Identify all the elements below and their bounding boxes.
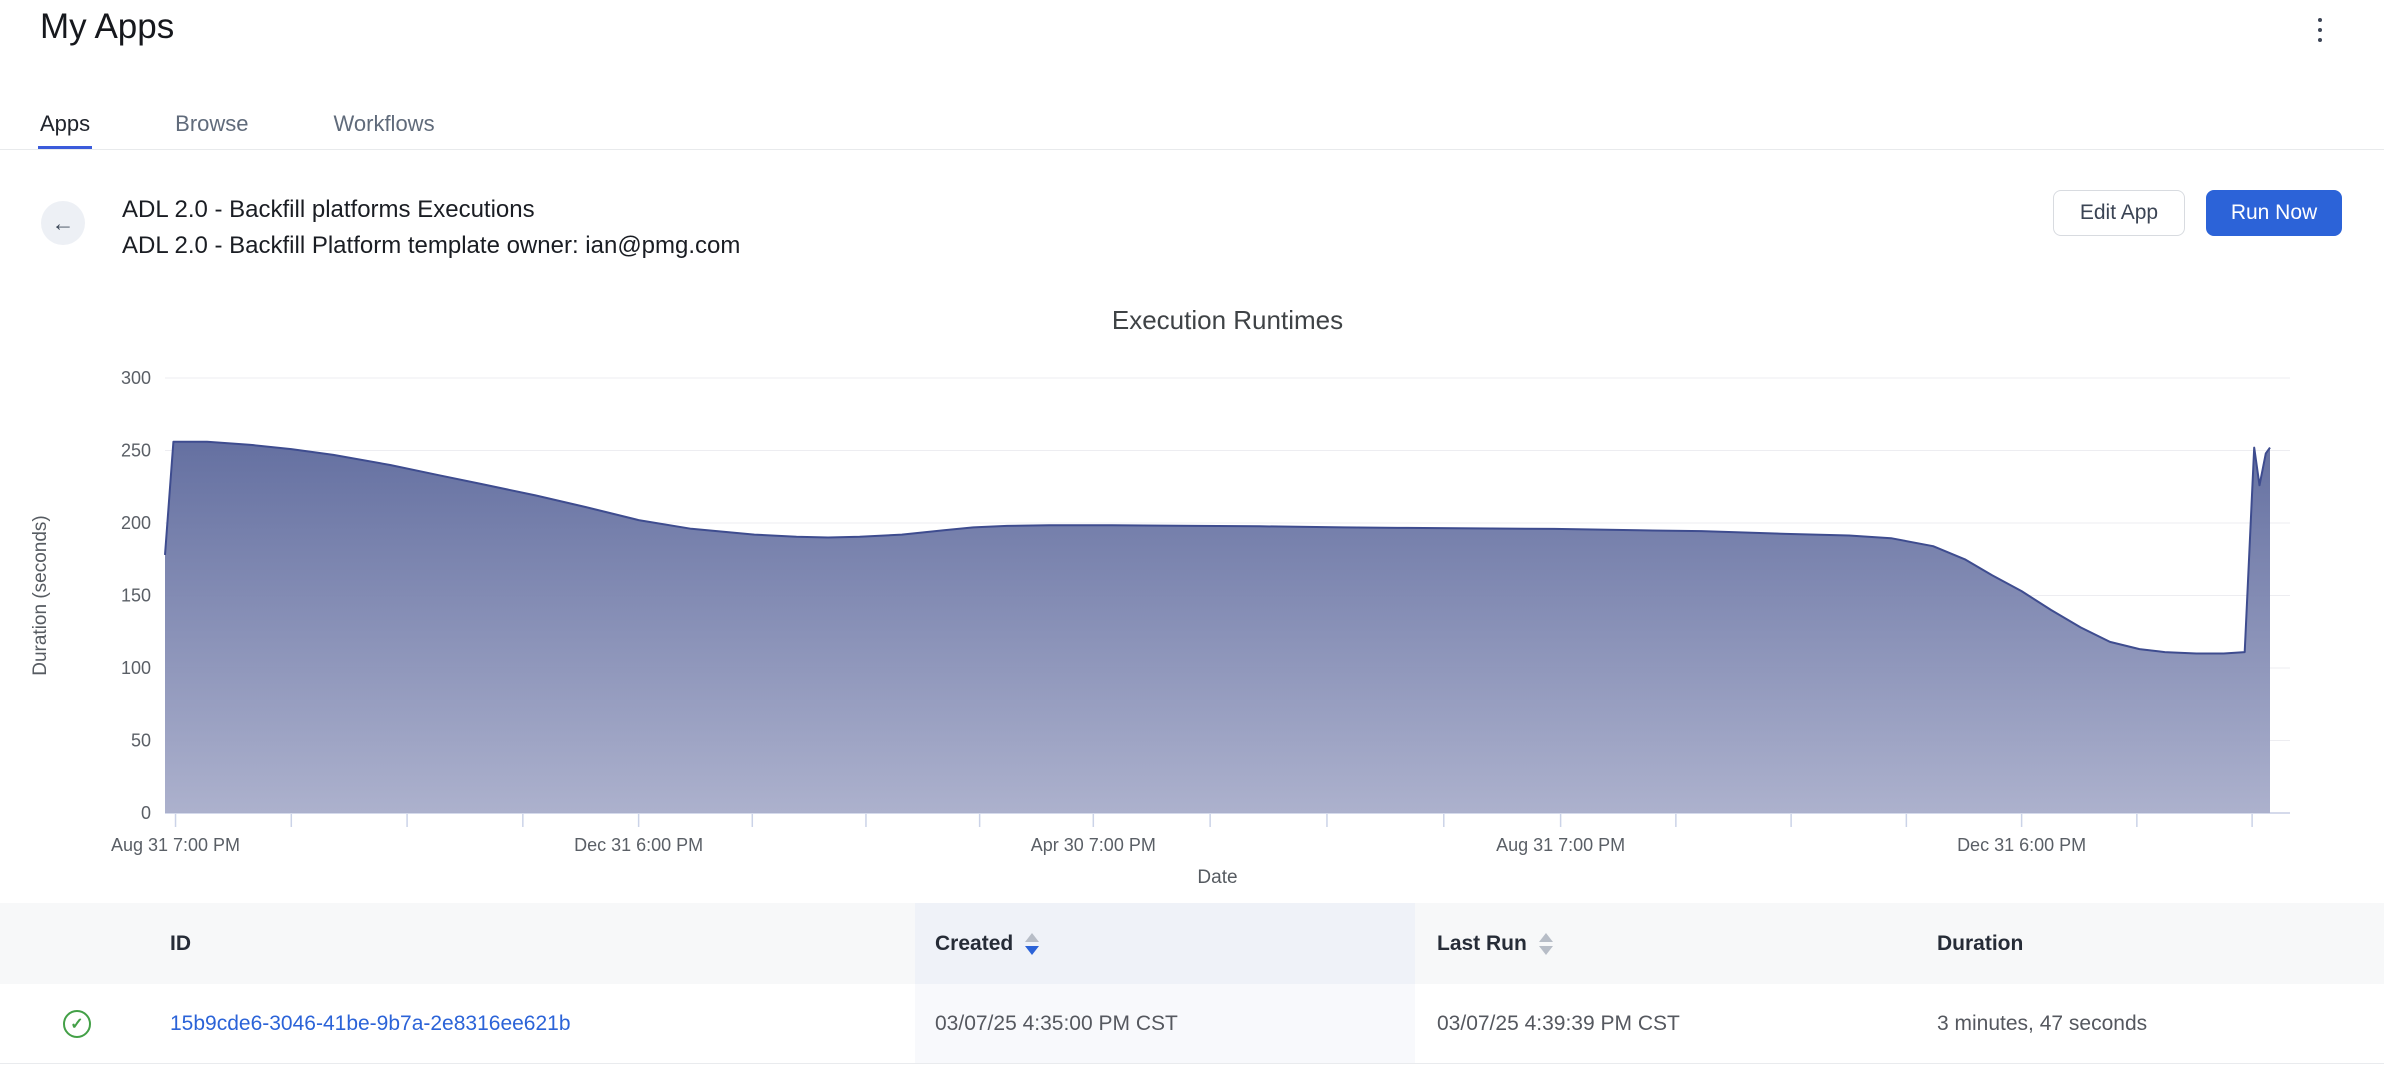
kebab-dot-icon xyxy=(2318,28,2322,32)
back-arrow-icon: ← xyxy=(52,210,75,237)
duration-cell: 3 minutes, 47 seconds xyxy=(1937,984,2147,1063)
sort-asc-icon xyxy=(1025,933,1039,942)
sort-asc-icon xyxy=(1539,933,1553,942)
column-header-last-run[interactable]: Last Run xyxy=(1437,903,1553,984)
svg-text:Aug 31 7:00 PM: Aug 31 7:00 PM xyxy=(1496,835,1625,855)
back-button[interactable]: ← xyxy=(41,201,85,245)
kebab-dot-icon xyxy=(2318,18,2322,22)
svg-text:Aug 31 7:00 PM: Aug 31 7:00 PM xyxy=(111,835,240,855)
app-title: ADL 2.0 - Backfill platforms Executions xyxy=(122,192,740,228)
app-header: ADL 2.0 - Backfill platforms Executions … xyxy=(122,192,740,264)
svg-text:Dec 31 6:00 PM: Dec 31 6:00 PM xyxy=(574,835,703,855)
svg-text:Duration (seconds): Duration (seconds) xyxy=(30,515,51,676)
tab-workflows[interactable]: Workflows xyxy=(334,99,435,149)
edit-app-button[interactable]: Edit App xyxy=(2053,190,2185,236)
svg-text:300: 300 xyxy=(121,368,151,388)
sort-icon[interactable] xyxy=(1539,933,1553,955)
sort-icon[interactable] xyxy=(1025,933,1039,955)
svg-text:100: 100 xyxy=(121,658,151,678)
tab-browse[interactable]: Browse xyxy=(175,99,248,149)
svg-text:150: 150 xyxy=(121,586,151,606)
svg-text:Dec 31 6:00 PM: Dec 31 6:00 PM xyxy=(1957,835,2086,855)
page-title: My Apps xyxy=(40,4,174,50)
svg-text:50: 50 xyxy=(131,731,151,751)
my-apps-page: My Apps Apps Browse Workflows ← ADL 2.0 … xyxy=(0,0,2384,1066)
tab-bar: Apps Browse Workflows xyxy=(40,99,435,149)
tab-apps[interactable]: Apps xyxy=(40,99,90,149)
column-header-label: ID xyxy=(170,903,191,984)
status-success-icon: ✓ xyxy=(63,1010,91,1038)
column-header-id: ID xyxy=(170,903,191,984)
created-cell: 03/07/25 4:35:00 PM CST xyxy=(935,984,1178,1063)
sort-desc-icon xyxy=(1539,946,1553,955)
more-options-button[interactable] xyxy=(2306,12,2334,48)
column-header-label: Created xyxy=(935,903,1013,984)
column-header-created[interactable]: Created xyxy=(935,903,1039,984)
svg-text:0: 0 xyxy=(141,803,151,823)
execution-runtimes-chart: 0 50 100 150 200 250 300 Aug 31 7:00 PM Dec 31 6… xyxy=(0,290,2384,890)
sort-desc-icon xyxy=(1025,946,1039,955)
last-run-cell: 03/07/25 4:39:39 PM CST xyxy=(1437,984,1680,1063)
tab-bar-divider xyxy=(0,149,2384,150)
execution-id-link[interactable]: 15b9cde6-3046-41be-9b7a-2e8316ee621b xyxy=(170,984,571,1063)
column-header-duration: Duration xyxy=(1937,903,2023,984)
column-header-label: Duration xyxy=(1937,903,2023,984)
kebab-dot-icon xyxy=(2318,38,2322,42)
svg-text:Date: Date xyxy=(1197,867,1237,888)
svg-text:200: 200 xyxy=(121,513,151,533)
svg-text:Apr 30 7:00 PM: Apr 30 7:00 PM xyxy=(1031,835,1156,855)
svg-text:250: 250 xyxy=(121,441,151,461)
run-now-button[interactable]: Run Now xyxy=(2206,190,2342,236)
app-subtitle: ADL 2.0 - Backfill Platform template own… xyxy=(122,228,740,264)
column-header-label: Last Run xyxy=(1437,903,1527,984)
